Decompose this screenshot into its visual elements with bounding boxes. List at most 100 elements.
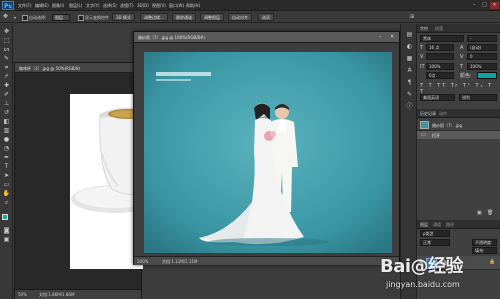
maximize-icon[interactable]: □: [480, 2, 489, 9]
gradient-tool-icon[interactable]: ▥: [2, 127, 11, 135]
auto-select-dropdown[interactable]: 图层: [52, 14, 70, 21]
opacity-input[interactable]: 不透明度:: [472, 239, 497, 246]
brush-panel-icon[interactable]: ✎: [405, 90, 414, 99]
wedding-photo-image: [144, 52, 392, 253]
zoom-level[interactable]: 100%: [137, 259, 148, 264]
adjust-layer-button[interactable]: 调整图层: [200, 13, 224, 21]
crop-tool-icon[interactable]: ⌗: [2, 64, 11, 72]
close-icon[interactable]: ✕: [490, 2, 499, 9]
document-window-front[interactable]: 婚纱照（7）.jpg @ 100%(RGB/8#) – ✕ 100% 文档:1.…: [133, 31, 400, 265]
auto-select-checkbox[interactable]: [22, 15, 28, 21]
history-item-label: 婚纱照（7）.jpg: [432, 123, 463, 128]
text-color-swatch[interactable]: [477, 72, 497, 79]
zoom-tool-icon[interactable]: ⌕: [2, 199, 11, 207]
font-family-select[interactable]: 黑体: [420, 35, 464, 42]
new-snapshot-icon[interactable]: ▣: [477, 210, 482, 216]
menu-filter[interactable]: 滤镜(T): [120, 3, 134, 9]
menu-image[interactable]: 图像(I): [52, 3, 64, 9]
layer-filter-select[interactable]: ρ类型: [420, 230, 450, 237]
document-icon: ▭: [421, 132, 426, 138]
watermark-url: jingyan.baidu.com: [386, 280, 460, 289]
blur-tool-icon[interactable]: ●: [2, 136, 11, 144]
type-tool-icon[interactable]: T: [2, 163, 11, 171]
foreground-color-swatch[interactable]: [2, 214, 8, 220]
tab-history[interactable]: 历史记录: [420, 111, 436, 117]
text-style-buttons[interactable]: T T TT Tr T¹ T₁ T T: [420, 83, 497, 95]
menu-view[interactable]: 视图(V): [152, 3, 166, 9]
document-window-back[interactable]: 咖啡杯（1）.jpg @ 50%(RGB/8) 50% 文档:1.86M/1.8…: [14, 62, 143, 299]
tab-close-icon[interactable]: ✕: [390, 34, 394, 40]
minimize-icon[interactable]: –: [470, 2, 479, 9]
healing-brush-icon[interactable]: ✚: [2, 82, 11, 90]
move-tool-icon[interactable]: ✥: [3, 13, 8, 20]
history-panel-icon[interactable]: ▤: [405, 30, 414, 39]
trash-icon[interactable]: 🗑: [487, 210, 493, 216]
menu-edit[interactable]: 编辑(E): [35, 3, 49, 9]
dodge-tool-icon[interactable]: ◔: [2, 145, 11, 153]
menu-layer[interactable]: 图层(L): [69, 3, 82, 9]
leading-input[interactable]: (自动): [467, 44, 497, 51]
menu-type[interactable]: 文字(Y): [86, 3, 100, 9]
show-transform-checkbox[interactable]: [78, 15, 84, 21]
menu-window[interactable]: 窗口(W): [169, 3, 184, 9]
marquee-tool-icon[interactable]: ⬚: [2, 37, 11, 45]
tab-actions[interactable]: 动作: [439, 111, 447, 117]
auto-align-button[interactable]: 自动对齐: [228, 13, 252, 21]
tracking-input[interactable]: 0: [467, 53, 497, 60]
menu-select[interactable]: 选择(S): [103, 3, 117, 9]
font-size-input[interactable]: 16 点: [426, 44, 454, 51]
vertical-scale-icon: IT: [420, 64, 425, 70]
tab-paths[interactable]: 路径: [446, 222, 454, 228]
vertical-scale-input[interactable]: 100%: [426, 63, 454, 70]
tab-paragraph[interactable]: 段落: [435, 26, 443, 32]
quick-mask-icon[interactable]: ◙: [2, 227, 11, 235]
font-style-select[interactable]: -: [467, 35, 497, 42]
refine-edge-button[interactable]: 调整边缘...: [140, 13, 168, 21]
quick-select-icon[interactable]: ✎: [2, 55, 11, 63]
eraser-tool-icon[interactable]: ◧: [2, 118, 11, 126]
character-panel-icon[interactable]: A: [405, 66, 414, 75]
info-panel-icon[interactable]: ⓘ: [405, 102, 414, 111]
lasso-tool-icon[interactable]: ᔕ: [2, 46, 11, 54]
color-panel-icon[interactable]: ◐: [405, 42, 414, 51]
workspace-icon[interactable]: ⊞: [410, 14, 414, 20]
move-tool-icon[interactable]: ✥: [2, 28, 11, 36]
tab-character[interactable]: 字符: [420, 26, 428, 32]
document-tab-front[interactable]: 婚纱照（7）.jpg @ 100%(RGB/8#) – ✕: [134, 32, 399, 43]
menu-file[interactable]: 文件(F): [18, 3, 31, 9]
clone-stamp-icon[interactable]: ⊥: [2, 100, 11, 108]
tool-preset-dropdown[interactable]: ▾: [14, 15, 16, 20]
extra-option-button[interactable]: 选项: [258, 13, 274, 21]
tab-channels[interactable]: 通道: [433, 222, 441, 228]
horizontal-scale-input[interactable]: 100%: [467, 63, 497, 70]
shape-tool-icon[interactable]: ▭: [2, 181, 11, 189]
tab-layers[interactable]: 图层: [420, 222, 428, 228]
paragraph-panel-icon[interactable]: ¶: [405, 78, 414, 87]
path-select-icon[interactable]: ➤: [2, 172, 11, 180]
menu-help[interactable]: 帮助(H): [186, 3, 200, 9]
kerning-input[interactable]: [426, 53, 454, 60]
font-size-icon: T: [420, 45, 424, 51]
menu-3d[interactable]: 3D(D): [137, 3, 149, 8]
delete-channel-button[interactable]: 删除通道: [172, 13, 196, 21]
screen-mode-icon[interactable]: ▣: [2, 236, 11, 244]
antialias-select[interactable]: 锐利: [459, 94, 497, 101]
brush-tool-icon[interactable]: ✐: [2, 91, 11, 99]
baseline-shift-input[interactable]: 0点: [426, 72, 454, 79]
window-minimize-icon[interactable]: –: [379, 34, 382, 40]
document-tab-back[interactable]: 咖啡杯（1）.jpg @ 50%(RGB/8): [15, 63, 141, 73]
pen-tool-icon[interactable]: ✒: [2, 154, 11, 162]
hand-tool-icon[interactable]: ✋: [2, 190, 11, 198]
history-snapshot[interactable]: 婚纱照（7）.jpg: [417, 119, 500, 131]
document-size: 文档:1.86M/1.86M: [39, 292, 75, 297]
eyedropper-icon[interactable]: ⌿: [2, 73, 11, 81]
history-brush-icon[interactable]: ↺: [2, 109, 11, 117]
wedding-photo-canvas[interactable]: [144, 52, 392, 253]
history-item-open[interactable]: ▭ 打开: [417, 131, 500, 139]
swatches-panel-icon[interactable]: ▦: [405, 54, 414, 63]
language-select[interactable]: 美国英语: [420, 94, 455, 101]
auto-select-label: 自动选择:: [22, 15, 46, 21]
blend-mode-select[interactable]: 正常: [420, 239, 450, 246]
zoom-level[interactable]: 50%: [18, 292, 27, 297]
align-mode-button[interactable]: 3D 模式: [112, 13, 135, 21]
